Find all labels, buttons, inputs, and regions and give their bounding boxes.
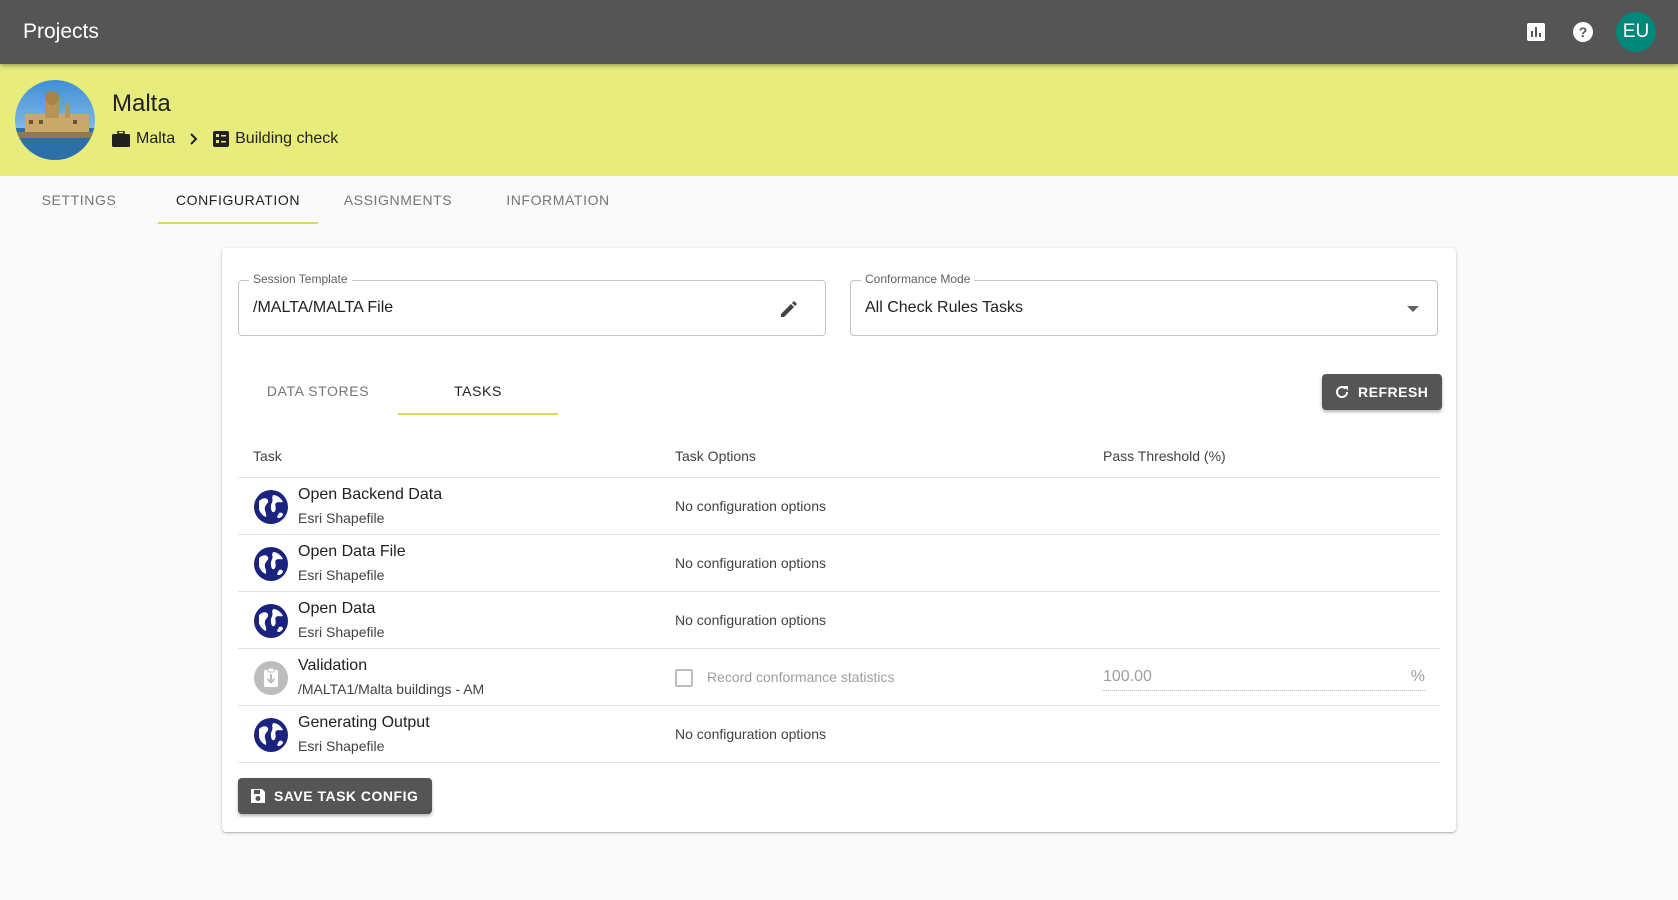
save-task-config-button[interactable]: SAVE TASK CONFIG <box>238 778 433 814</box>
table-header: Task Task Options Pass Threshold (%) <box>238 438 1440 478</box>
task-option-text: No configuration options <box>675 498 826 514</box>
breadcrumb-item-project[interactable]: Malta <box>112 130 175 148</box>
task-name: Open Data <box>298 600 376 617</box>
app-title[interactable]: Projects <box>23 20 99 44</box>
tasks-table: Task Task Options Pass Threshold (%) Ope… <box>238 438 1440 763</box>
record-statistics-checkbox[interactable] <box>675 669 693 687</box>
globe-icon <box>254 547 288 581</box>
clipboard-icon <box>254 661 288 695</box>
save-icon <box>251 789 265 803</box>
caret-down-icon[interactable] <box>1401 297 1425 321</box>
breadcrumb-item-check[interactable]: Building check <box>213 130 338 148</box>
table-row: Open Data File Esri Shapefile No configu… <box>238 535 1440 592</box>
breadcrumb-label: Malta <box>136 130 176 147</box>
globe-icon <box>254 718 288 752</box>
breadcrumb-label: Building check <box>235 130 339 147</box>
user-avatar[interactable]: EU <box>1616 12 1656 52</box>
globe-icon <box>254 490 288 524</box>
save-task-config-label: SAVE TASK CONFIG <box>274 788 419 804</box>
table-row: Validation /MALTA1/Malta buildings - AM … <box>238 649 1440 706</box>
task-name: Generating Output <box>298 714 430 731</box>
tab-tasks[interactable]: TASKS <box>398 367 558 415</box>
task-option-text: No configuration options <box>675 555 826 571</box>
column-header-task: Task <box>253 448 282 464</box>
task-name: Open Backend Data <box>298 486 443 503</box>
tab-information[interactable]: INFORMATION <box>478 176 638 224</box>
refresh-icon <box>1336 386 1349 399</box>
pencil-icon[interactable] <box>777 297 801 321</box>
refresh-button[interactable]: REFRESH <box>1322 374 1443 410</box>
task-name: Open Data File <box>298 543 406 560</box>
session-template-label: Session Template <box>249 272 352 286</box>
tab-data-stores[interactable]: DATA STORES <box>238 367 398 415</box>
conformance-mode-label: Conformance Mode <box>861 272 975 286</box>
svg-text:?: ? <box>1579 24 1588 40</box>
column-header-pass-threshold: Pass Threshold (%) <box>1103 448 1226 464</box>
record-statistics-label: Record conformance statistics <box>707 669 895 685</box>
globe-icon <box>254 604 288 638</box>
table-row: Generating Output Esri Shapefile No conf… <box>238 706 1440 763</box>
refresh-label: REFRESH <box>1358 384 1429 400</box>
task-subtitle: Esri Shapefile <box>298 624 385 640</box>
main-tabs: SETTINGS CONFIGURATION ASSIGNMENTS INFOR… <box>0 176 800 224</box>
project-header: Malta Malta Building check <box>0 64 1678 176</box>
task-subtitle: Esri Shapefile <box>298 738 385 754</box>
task-subtitle: /MALTA1/Malta buildings - AM <box>298 681 485 697</box>
pass-threshold-input[interactable]: 100.00 % <box>1103 667 1425 691</box>
column-header-task-options: Task Options <box>675 448 756 464</box>
table-row: Open Backend Data Esri Shapefile No conf… <box>238 478 1440 535</box>
project-title: Malta <box>112 90 171 117</box>
task-subtitle: Esri Shapefile <box>298 567 385 583</box>
conformance-mode-select[interactable]: Conformance Mode All Check Rules Tasks <box>850 272 1438 336</box>
app-bar: Projects ? EU <box>0 0 1678 64</box>
breadcrumb: Malta Building check <box>112 130 338 148</box>
project-avatar <box>15 80 95 160</box>
checklist-icon <box>213 131 230 147</box>
configuration-card: Session Template /MALTA/MALTA File Confo… <box>222 248 1456 832</box>
session-template-field[interactable]: Session Template /MALTA/MALTA File <box>238 272 826 336</box>
chevron-right-icon <box>189 133 199 145</box>
task-subtitle: Esri Shapefile <box>298 510 385 526</box>
briefcase-icon <box>112 131 130 147</box>
conformance-mode-value: All Check Rules Tasks <box>865 299 1023 316</box>
task-option-text: No configuration options <box>675 612 826 628</box>
tab-configuration[interactable]: CONFIGURATION <box>158 176 318 224</box>
pass-threshold-value: 100.00 <box>1103 668 1152 685</box>
tab-settings[interactable]: SETTINGS <box>0 176 158 224</box>
tab-assignments[interactable]: ASSIGNMENTS <box>318 176 478 224</box>
bar-chart-icon[interactable] <box>1524 20 1548 44</box>
sub-tabs: DATA STORES TASKS <box>238 367 838 415</box>
task-name: Validation <box>298 657 368 674</box>
table-row: Open Data Esri Shapefile No configuratio… <box>238 592 1440 649</box>
task-option-text: No configuration options <box>675 726 826 742</box>
session-template-value: /MALTA/MALTA File <box>253 299 394 316</box>
help-icon[interactable]: ? <box>1571 20 1595 44</box>
pass-threshold-unit: % <box>1410 668 1425 685</box>
